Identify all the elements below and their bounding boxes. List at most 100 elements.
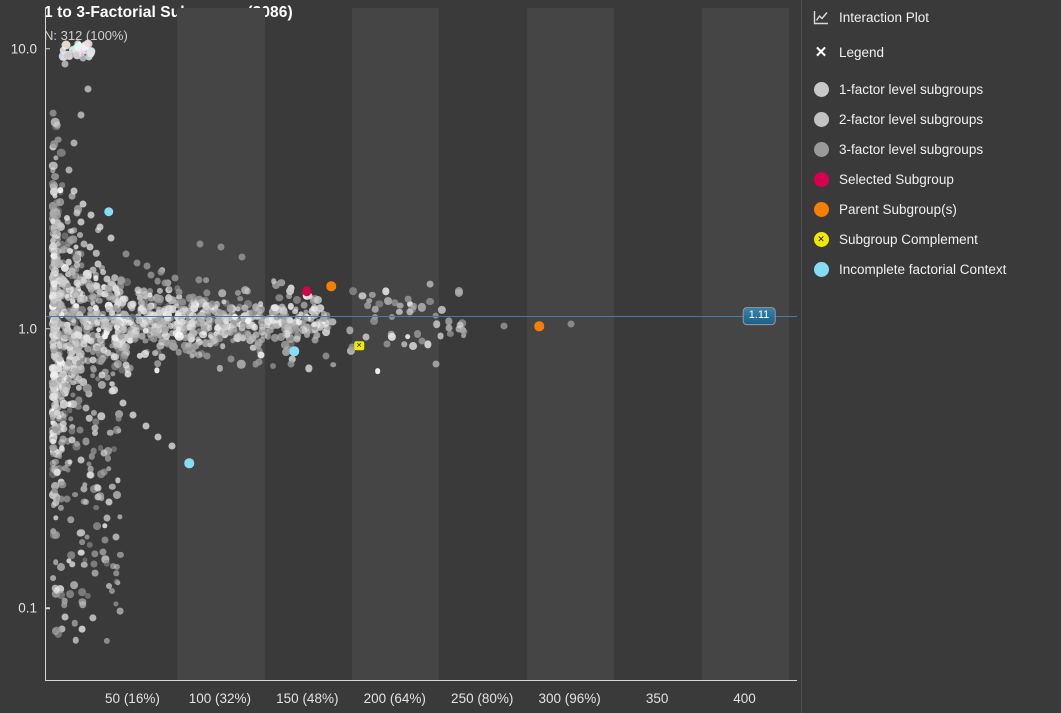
scatter-point-cloud	[129, 322, 137, 329]
scatter-point-cloud	[109, 294, 119, 303]
legend-item[interactable]: 3-factor level subgroups	[812, 140, 983, 158]
scatter-point-cloud	[143, 348, 150, 356]
scatter-point-cloud	[308, 307, 316, 315]
scatter-point-cloud	[57, 495, 65, 503]
scatter-point-cloud	[117, 551, 124, 558]
scatter-point-cloud	[48, 364, 58, 373]
scatter-point-cloud	[51, 627, 60, 635]
scatter-point-cloud	[67, 515, 75, 524]
scatter-point-cloud	[142, 327, 149, 334]
scatter-point-cloud	[73, 244, 79, 250]
legend-item-label: 2-factor level subgroups	[839, 111, 984, 127]
scatter-point-cloud	[174, 285, 181, 292]
legend-header[interactable]: ✕ Legend	[812, 43, 884, 61]
legend-item[interactable]: 2-factor level subgroups	[812, 110, 983, 128]
scatter-point-cloud	[241, 304, 247, 310]
scatter-point-cloud	[139, 291, 148, 299]
scatter-plot-area[interactable]: ✕	[45, 8, 797, 681]
scatter-point-cloud	[232, 333, 241, 342]
scatter-point-cloud	[50, 393, 59, 402]
scatter-point-cloud	[59, 409, 68, 418]
scatter-point-cloud	[54, 291, 61, 297]
scatter-point-2-factor-level-subgroups	[110, 353, 118, 361]
scatter-point-cloud	[167, 296, 175, 304]
scatter-point-cloud	[158, 317, 166, 325]
scatter-point-cloud	[273, 306, 281, 315]
scatter-point-cloud	[259, 316, 269, 325]
scatter-point-cloud	[55, 220, 62, 227]
reference-line-value-badge[interactable]: 1.11	[742, 307, 776, 325]
scatter-point-cloud	[185, 323, 193, 331]
scatter-point-cloud	[65, 282, 72, 289]
scatter-point-cloud	[72, 303, 80, 312]
scatter-point-cloud	[67, 228, 73, 234]
scatter-point-cloud	[156, 332, 164, 340]
interaction-plot-menu-item[interactable]: Interaction Plot	[812, 8, 929, 26]
scatter-point-cloud	[90, 349, 97, 356]
scatter-point-cloud	[141, 350, 150, 359]
scatter-point-cloud	[80, 321, 88, 329]
legend-item[interactable]: Incomplete factorial Context	[812, 260, 1006, 278]
scatter-point-cloud	[54, 341, 62, 350]
scatter-point-cloud	[318, 322, 325, 329]
scatter-point-cloud	[50, 251, 58, 259]
legend-item-label: 1-factor level subgroups	[839, 81, 984, 97]
scatter-point-cloud	[86, 541, 93, 549]
scatter-point-cloud	[115, 428, 122, 434]
scatter-point-cloud	[189, 329, 198, 337]
legend-item[interactable]: ✕ Subgroup Complement	[812, 230, 978, 248]
scatter-point-cloud	[293, 326, 300, 334]
scatter-point-cloud	[61, 597, 69, 605]
scatter-point-cloud	[50, 217, 56, 223]
scatter-point-cloud	[50, 394, 57, 401]
scatter-point-cloud	[315, 322, 324, 331]
scatter-point-cloud	[98, 495, 105, 502]
scatter-point-cloud	[280, 316, 289, 326]
scatter-point-cloud	[226, 329, 232, 336]
scatter-point-cloud	[182, 334, 189, 341]
scatter-point-cloud	[53, 409, 60, 416]
scatter-point-cloud	[89, 299, 96, 306]
scatter-point-cloud	[112, 339, 121, 348]
scatter-point-cloud	[74, 363, 82, 370]
scatter-point-cloud	[96, 292, 102, 298]
scatter-point-cloud	[138, 332, 146, 340]
scatter-point-cloud	[50, 304, 57, 310]
scatter-point-cloud	[60, 53, 68, 61]
scatter-point-cloud	[109, 306, 117, 314]
scatter-point-cloud	[122, 278, 131, 287]
scatter-point-cloud	[80, 498, 88, 505]
scatter-point-cloud	[62, 51, 72, 60]
scatter-point-cloud	[195, 328, 202, 335]
scatter-point-cloud	[114, 316, 121, 324]
legend-item[interactable]: Parent Subgroup(s)	[812, 200, 957, 218]
scatter-point-cloud	[59, 370, 68, 379]
scatter-point-cloud	[254, 338, 263, 347]
scatter-point-cloud	[97, 412, 106, 421]
scatter-point-cloud	[80, 44, 87, 51]
scatter-point-cloud	[309, 307, 315, 314]
scatter-point-cloud	[218, 289, 227, 297]
scatter-point-cloud	[91, 337, 99, 345]
legend-item-label: Incomplete factorial Context	[839, 261, 1007, 277]
scatter-point-cloud	[214, 323, 222, 331]
scatter-point-cloud	[85, 414, 93, 422]
scatter-point-cloud	[147, 317, 156, 326]
close-icon[interactable]: ✕	[812, 43, 830, 61]
legend-item[interactable]: Selected Subgroup	[812, 170, 954, 188]
scatter-point-cloud	[73, 51, 81, 60]
scatter-point-cloud	[49, 293, 59, 302]
scatter-point-cloud	[154, 367, 160, 373]
scatter-point-cloud	[207, 331, 215, 338]
scatter-point-cloud	[61, 333, 69, 340]
scatter-point-cloud	[114, 410, 123, 419]
scatter-point-cloud	[53, 427, 60, 434]
scatter-point-cloud	[80, 41, 90, 51]
scatter-point-cloud	[98, 355, 106, 364]
scatter-point-cloud	[56, 293, 64, 301]
scatter-point-cloud	[199, 320, 207, 328]
scatter-point-cloud	[54, 330, 63, 338]
legend-item[interactable]: 1-factor level subgroups	[812, 80, 983, 98]
scatter-point-cloud	[53, 448, 60, 456]
scatter-point-cloud	[195, 339, 203, 346]
